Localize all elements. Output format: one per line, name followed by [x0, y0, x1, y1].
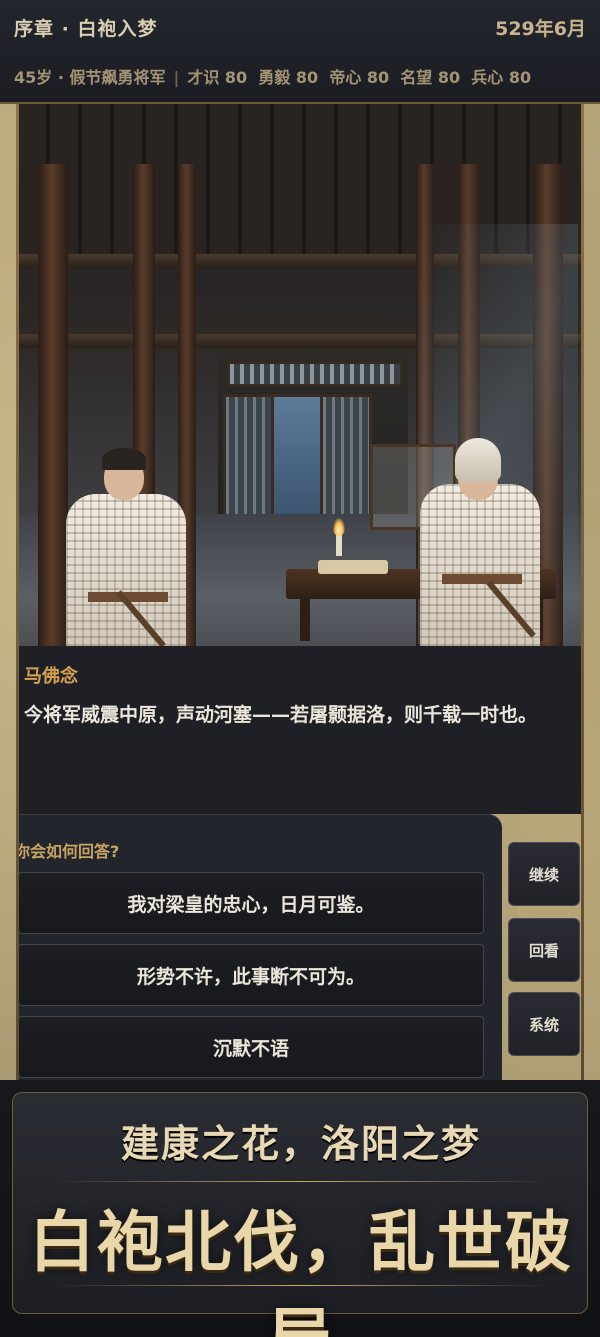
promo-banner: 建康之花，洛阳之梦 白袍北伐，乱世破局 [12, 1092, 588, 1337]
character-right-belt [442, 574, 522, 584]
stat-courage: 勇毅 80 [258, 68, 319, 87]
scene-illustration [18, 104, 582, 646]
banner-divider [53, 1285, 549, 1286]
character-left-armor [66, 494, 186, 646]
banner-divider [53, 1181, 549, 1182]
choice-option-silent[interactable]: 沉默不语 [18, 1016, 484, 1078]
banner-title: 白袍北伐，乱世破局 [29, 1203, 573, 1337]
scene-door [223, 394, 275, 518]
scene-table-leg [300, 596, 310, 641]
continue-button[interactable]: 继续 [508, 842, 580, 906]
choice-option-loyalty[interactable]: 我对梁皇的忠心，日月可鉴。 [18, 872, 484, 934]
status-bar: 序章 · 白袍入梦 529年6月 45岁 · 假节飙勇将军 | 才识 80 勇毅 8… [0, 0, 600, 104]
frame-edge-right [581, 104, 584, 1082]
dialog-box[interactable]: 马佛念 今将军威震中原，声动河塞——若屠颢据洛，则千载一时也。 [18, 646, 582, 814]
system-button[interactable]: 系统 [508, 992, 580, 1056]
age-rank: 45岁 · 假节飙勇将军 [14, 68, 166, 87]
chapter-title: 序章 · 白袍入梦 [14, 18, 158, 40]
scene-door [320, 394, 372, 518]
stat-fame: 名望 80 [400, 68, 461, 87]
choice-option-refuse[interactable]: 形势不许，此事断不可为。 [18, 944, 484, 1006]
banner-subtitle: 建康之花，洛阳之梦 [120, 1121, 481, 1166]
scene-window [228, 362, 402, 386]
stat-favor: 帝心 80 [329, 68, 390, 87]
stat-troops: 兵心 80 [471, 68, 532, 87]
scene-scroll [318, 560, 388, 574]
character-left-hair [102, 448, 146, 470]
choice-prompt: 你会如何回答? [14, 842, 120, 861]
game-screen: 序章 · 白袍入梦 529年6月 45岁 · 假节飙勇将军 | 才识 80 勇毅 8… [0, 0, 600, 1337]
dialog-text: 今将军威震中原，声动河塞——若屠颢据洛，则千载一时也。 [24, 704, 538, 726]
scene-open-door [271, 394, 323, 518]
character-stats: 45岁 · 假节飙勇将军 | 才识 80 勇毅 80 帝心 80 名望 80 兵心 … [14, 64, 531, 88]
speaker-name: 马佛念 [24, 666, 78, 687]
stats-divider: | [173, 68, 180, 87]
stat-talent: 才识 80 [187, 68, 248, 87]
scene-pillar [38, 164, 68, 646]
choice-panel: 你会如何回答? 我对梁皇的忠心，日月可鉴。 形势不许，此事断不可为。 沉默不语 [14, 814, 502, 1082]
game-date: 529年6月 [495, 18, 586, 40]
character-right-helmet [455, 438, 501, 482]
scene-candle [336, 534, 342, 556]
candle-flame [333, 518, 345, 536]
frame-edge-left [16, 104, 19, 1082]
review-button[interactable]: 回看 [508, 918, 580, 982]
